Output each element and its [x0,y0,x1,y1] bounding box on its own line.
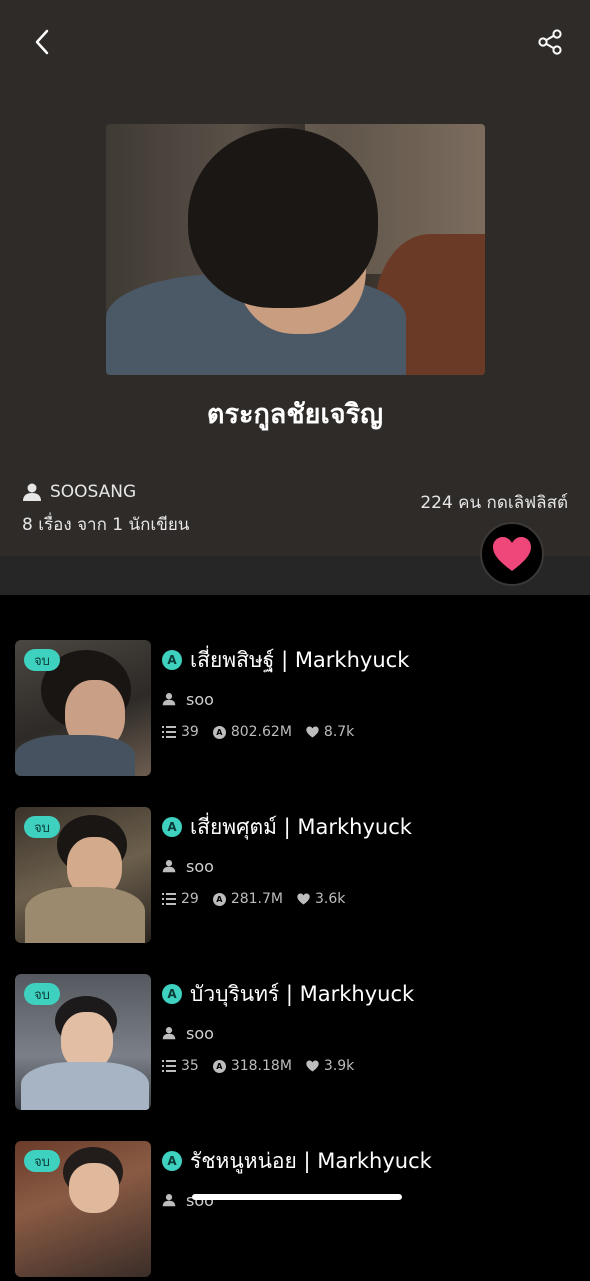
heart-icon [306,1060,319,1072]
love-list-button[interactable] [480,522,544,586]
back-button[interactable] [22,22,62,62]
story-item[interactable]: จบ A บัวบุรินทร์ | Markhyuck soo 35 A 318… [0,974,590,1114]
story-item[interactable]: จบ A เสี่ยพสิษฐ์ | Markhyuck soo 39 A 802… [0,640,590,780]
user-icon [162,860,176,873]
chevron-left-icon [35,29,49,55]
story-title: เสี่ยพศุตม์ | Markhyuck [190,814,412,839]
view-count: 281.7M [230,891,283,907]
views-icon: A [212,892,226,906]
status-badge: จบ [24,649,60,671]
readawrite-icon: A [162,650,182,670]
heart-icon [493,537,531,571]
story-title: รัชหนูหน่อย | Markhyuck [190,1148,432,1173]
story-author: soo [186,689,214,709]
heart-icon [297,893,310,905]
collection-author-name: SOOSANG [50,482,137,502]
status-badge: จบ [24,983,60,1005]
chapter-count: 39 [181,724,199,740]
story-title: เสี่ยพสิษฐ์ | Markhyuck [190,647,410,672]
heart-count: 3.9k [323,1058,355,1074]
share-icon [538,29,562,55]
share-button[interactable] [530,22,570,62]
views-icon: A [212,725,226,739]
cover-image [106,124,485,375]
view-count: 318.18M [230,1058,292,1074]
user-icon [162,693,176,706]
story-item[interactable]: จบ A เสี่ยพศุตม์ | Markhyuck soo 29 A 281… [0,807,590,947]
chapter-count: 29 [181,891,199,907]
readawrite-icon: A [162,1151,182,1171]
story-item[interactable]: จบ A รัชหนูหน่อย | Markhyuck soo [0,1141,590,1281]
views-icon: A [212,1059,226,1073]
readawrite-icon: A [162,817,182,837]
chapter-list-icon [162,1060,176,1072]
story-author: soo [186,856,214,876]
collection-counts: 8 เรื่อง จาก 1 นักเขียน [22,515,190,535]
heart-count: 3.6k [315,891,346,907]
user-icon [23,483,41,501]
user-icon [162,1194,176,1207]
heart-icon [306,726,319,738]
home-indicator [192,1194,402,1200]
chapter-count: 35 [181,1058,199,1074]
collection-header: ตระกูลชัยเจริญ SOOSANG 8 เรื่อง จาก 1 นั… [0,0,590,556]
view-count: 802.62M [230,724,292,740]
readawrite-icon: A [162,984,182,1004]
user-icon [162,1027,176,1040]
heart-count: 8.7k [323,724,355,740]
chapter-list-icon [162,893,176,905]
story-title: บัวบุรินทร์ | Markhyuck [190,981,415,1006]
chapter-list-icon [162,726,176,738]
story-author: soo [186,1023,214,1043]
collection-author[interactable]: SOOSANG [22,482,136,502]
collection-title: ตระกูลชัยเจริญ [206,399,384,430]
status-badge: จบ [24,816,60,838]
collection-likes: 224 คน กดเลิฟลิสต์ [420,493,568,513]
status-badge: จบ [24,1150,60,1172]
